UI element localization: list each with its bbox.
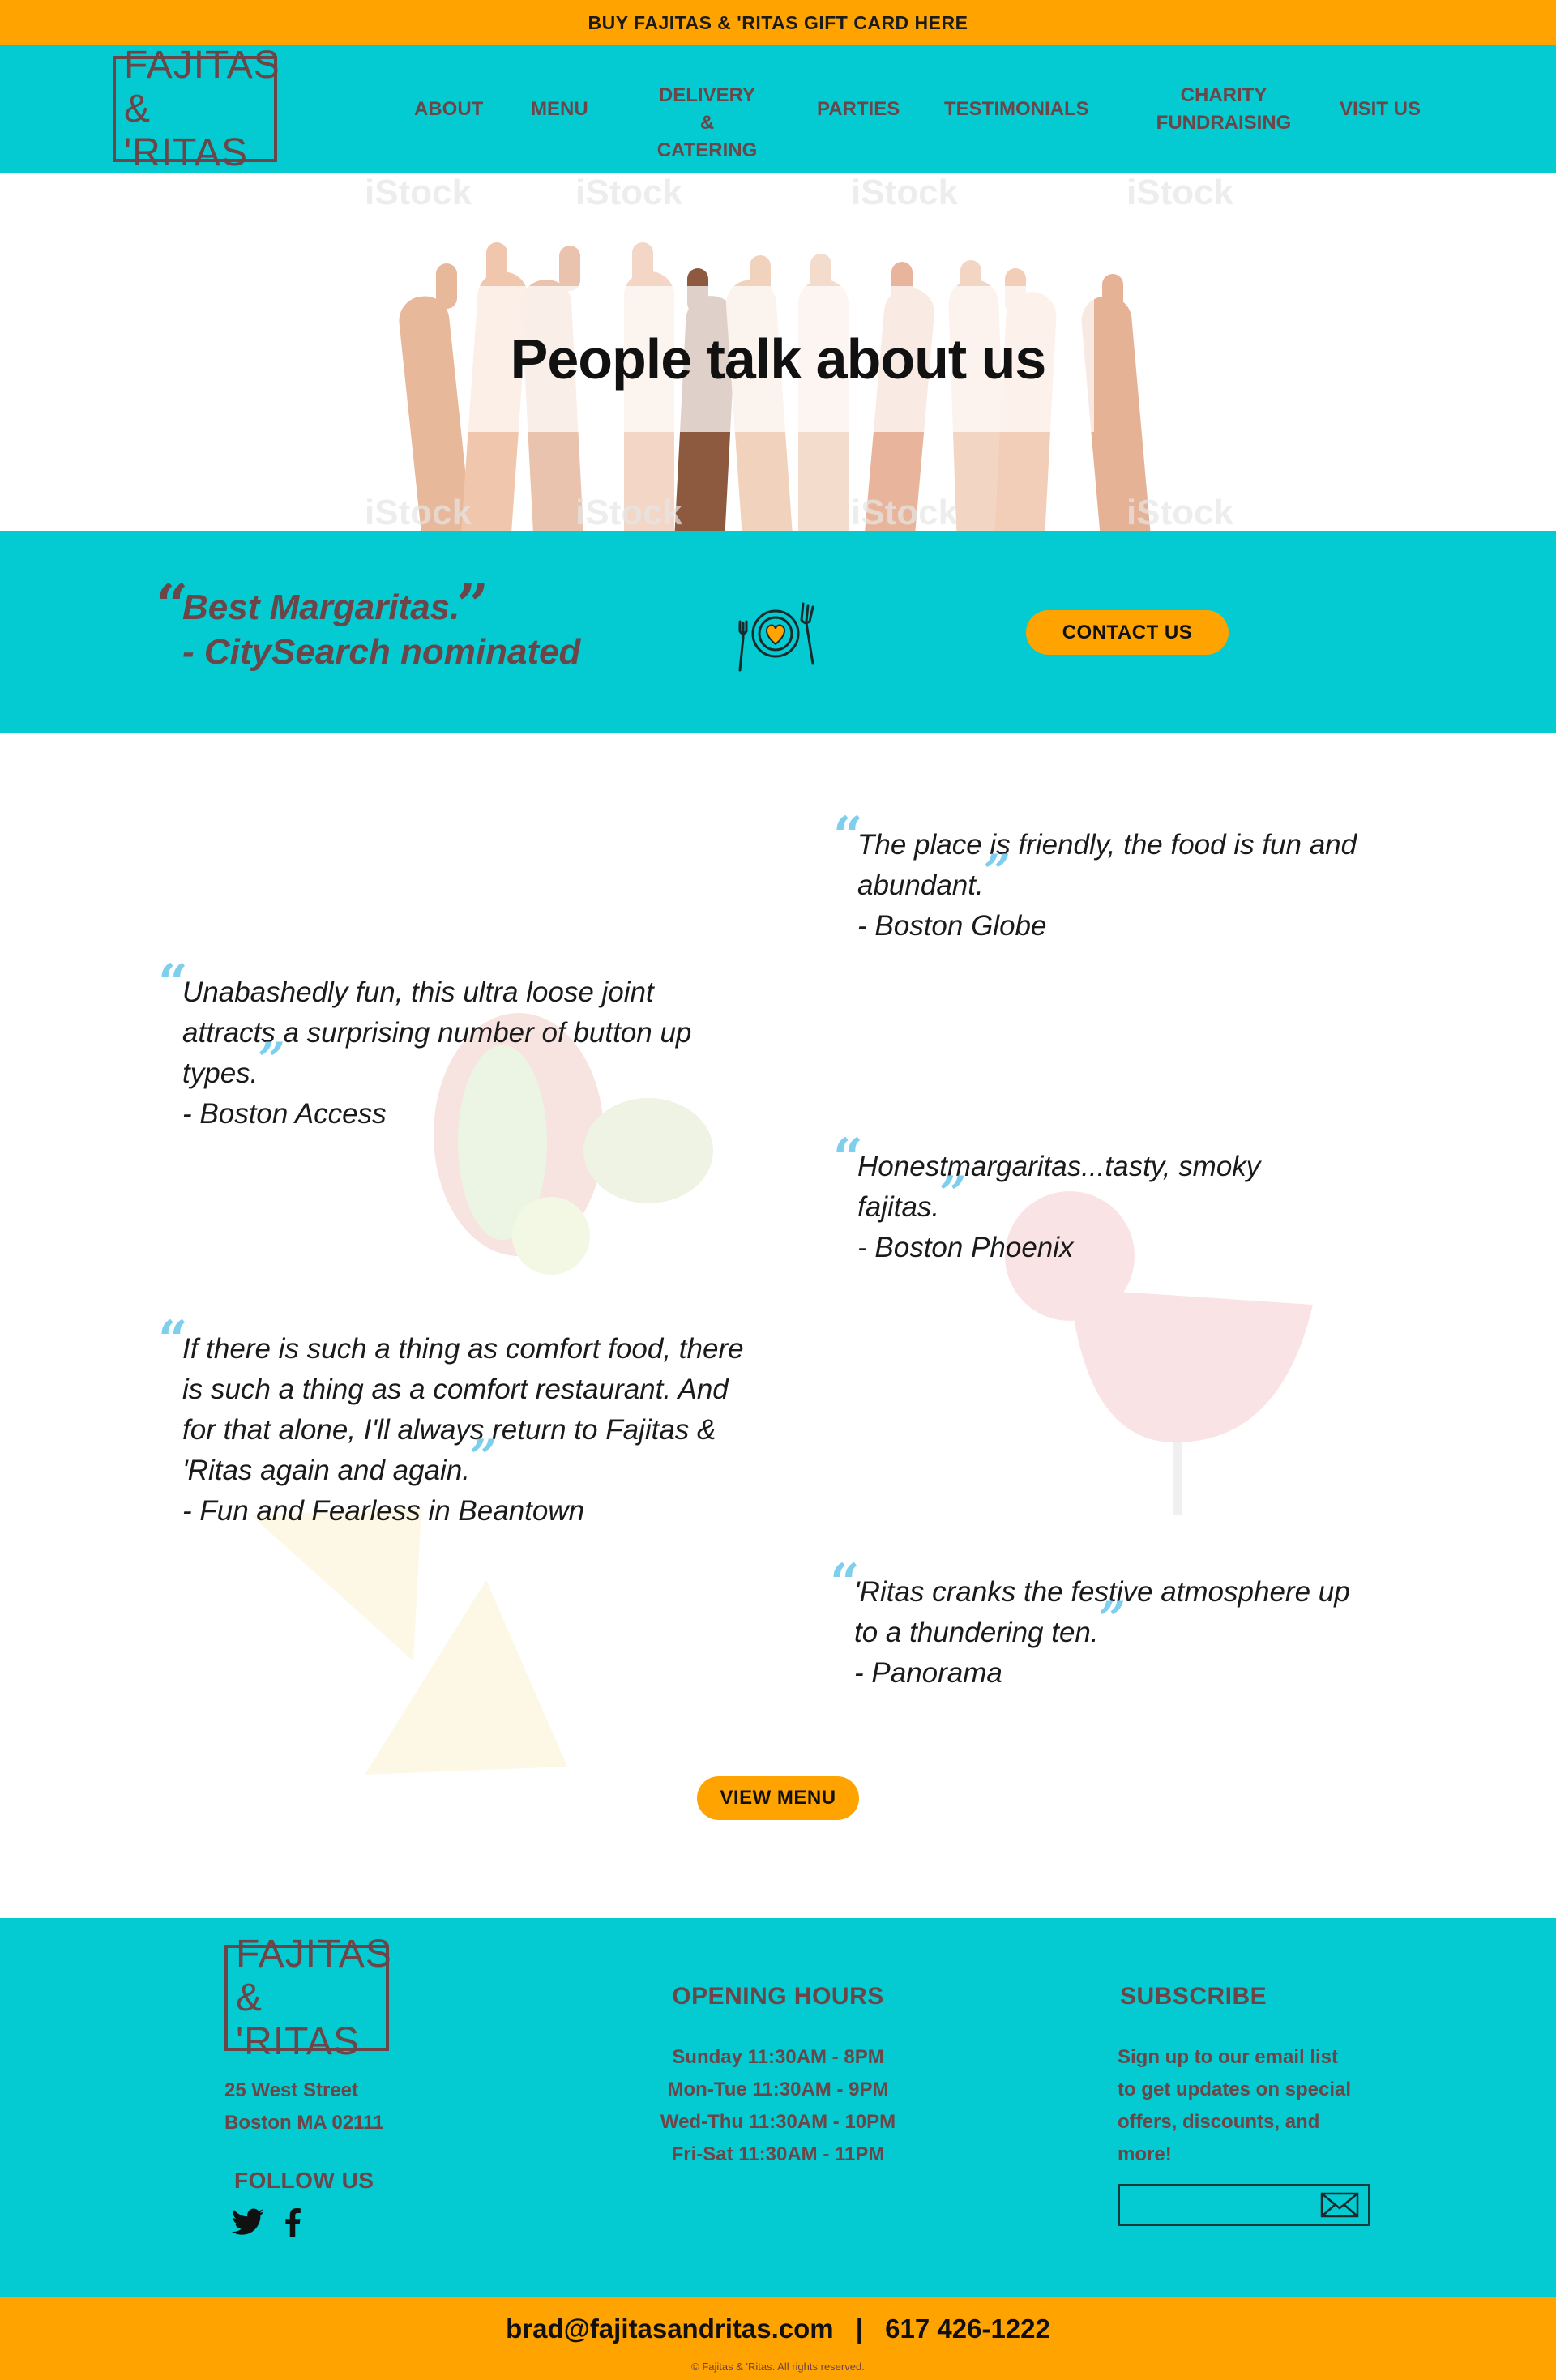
quote-close-icon: ” — [939, 1166, 967, 1221]
testimonial-boston-globe: “ The place is friendly, the food is fun… — [833, 810, 1425, 946]
gift-card-bar: BUY FAJITAS & 'RITAS GIFT CARD HERE — [0, 0, 1556, 45]
nav-delivery-line1: DELIVERY — [658, 84, 756, 106]
quote-open-icon: “ — [158, 953, 188, 1014]
quote-close-icon: ” — [983, 844, 1011, 899]
watermark-6: iStock — [575, 493, 683, 531]
nav-charity-line1: CHARITY — [1180, 84, 1267, 106]
nav-charity-fundraising[interactable]: CHARITY FUNDRAISING — [1155, 82, 1293, 137]
testimonial-text: The place is friendly, the food is fun a… — [857, 829, 1357, 901]
follow-us-title: FOLLOW US — [234, 2168, 374, 2193]
contact-info: brad@fajitasandritas.com | 617 426-1222 — [0, 2314, 1556, 2344]
quote-open-icon: “ — [833, 1127, 863, 1188]
watermark-1: iStock — [365, 173, 472, 212]
nav-testimonials[interactable]: TESTIMONIALS — [944, 96, 1089, 123]
twitter-icon[interactable] — [231, 2208, 265, 2237]
testimonial-text: If there is such a thing as comfort food… — [182, 1333, 744, 1486]
testimonial-source: - Panorama — [854, 1657, 1002, 1689]
contact-phone-link[interactable]: 617 426-1222 — [885, 2314, 1050, 2344]
quote-close-icon: ” — [258, 1032, 285, 1087]
testimonial-text: 'Ritas cranks the festive atmosphere up … — [854, 1576, 1350, 1648]
testimonial-fun-and-fearless: “ If there is such a thing as comfort fo… — [158, 1314, 750, 1532]
quote-open-icon: “ — [830, 1553, 860, 1613]
testimonial-source: - Fun and Fearless in Beantown — [182, 1495, 585, 1527]
watermark-5: iStock — [365, 493, 472, 531]
watermark-8: iStock — [1126, 493, 1234, 531]
contact-separator: | — [855, 2314, 863, 2344]
gift-card-link[interactable]: BUY FAJITAS & 'RITAS GIFT CARD HERE — [588, 12, 968, 34]
testimonial-source: - Boston Phoenix — [857, 1232, 1074, 1263]
header: FAJITAS & 'RITAS ABOUT MENU DELIVERY & C… — [0, 44, 1556, 174]
close-quote-icon: ” — [456, 571, 489, 639]
hero-title-box: People talk about us — [462, 286, 1094, 432]
email-input[interactable] — [1120, 2186, 1314, 2224]
logo[interactable]: FAJITAS & 'RITAS — [113, 44, 280, 174]
footer-logo-line1: FAJITAS — [236, 1932, 392, 1976]
footer: FAJITAS & 'RITAS 25 West Street Boston M… — [0, 1918, 1556, 2297]
subscribe-text: Sign up to our email list to get updates… — [1118, 2041, 1351, 2171]
subscribe-text-line: more! — [1118, 2143, 1172, 2165]
subscribe-title: SUBSCRIBE — [1120, 1983, 1267, 2010]
facebook-icon[interactable] — [284, 2208, 301, 2237]
watermark-4: iStock — [1126, 173, 1234, 212]
quote-open-icon: “ — [833, 805, 863, 866]
subscribe-text-line: offers, discounts, and — [1118, 2111, 1320, 2133]
nav-menu[interactable]: MENU — [531, 96, 588, 123]
watermark-7: iStock — [851, 493, 959, 531]
opening-hours-title: OPENING HOURS — [672, 1983, 884, 2010]
nav-about[interactable]: ABOUT — [414, 96, 483, 123]
featured-quote-source: - CitySearch nominated — [182, 632, 581, 672]
nav-parties[interactable]: PARTIES — [817, 96, 900, 123]
chips-decoration — [243, 1499, 584, 1791]
quote-close-icon: ” — [1098, 1592, 1126, 1647]
contact-us-button[interactable]: CONTACT US — [1026, 610, 1229, 655]
envelope-icon[interactable] — [1319, 2190, 1360, 2220]
contact-email-link[interactable]: brad@fajitasandritas.com — [506, 2314, 833, 2344]
nav-delivery-line2: & CATERING — [656, 112, 758, 161]
copyright: © Fajitas & 'Ritas. All rights reserved. — [691, 2361, 865, 2373]
testimonial-source: - Boston Access — [182, 1098, 387, 1130]
watermark-2: iStock — [575, 173, 683, 212]
subscribe-text-line: to get updates on special — [1118, 2079, 1352, 2100]
subscribe-text-line: Sign up to our email list — [1118, 2046, 1339, 2068]
logo-line2: & 'RITAS — [124, 87, 248, 174]
nav-charity-line2: FUNDRAISING — [1156, 112, 1292, 134]
featured-quote-line1: Best Margaritas. — [182, 588, 460, 627]
subscribe-form — [1118, 2184, 1370, 2226]
page-title: People talk about us — [510, 327, 1047, 391]
quote-close-icon: ” — [470, 1429, 498, 1485]
quote-open-icon: “ — [158, 1310, 188, 1370]
hero-section: iStock iStock iStock iStock iStock iStoc… — [0, 173, 1556, 531]
testimonial-text: Unabashedly fun, this ultra loose joint … — [182, 976, 692, 1089]
testimonial-text: Honestmargaritas...tasty, smoky fajitas.… — [857, 1151, 1261, 1223]
plate-heart-icon — [738, 602, 814, 672]
logo-line1: FAJITAS — [124, 43, 280, 87]
nav-visit-us[interactable]: VISIT US — [1340, 96, 1421, 123]
nav-delivery-catering[interactable]: DELIVERY & CATERING — [648, 82, 766, 165]
testimonial-boston-access: “ Unabashedly fun, this ultra loose join… — [158, 958, 733, 1134]
testimonial-panorama: “ 'Ritas cranks the festive atmosphere u… — [830, 1557, 1373, 1694]
watermark-3: iStock — [851, 173, 959, 212]
view-menu-button[interactable]: VIEW MENU — [697, 1776, 859, 1820]
testimonial-boston-phoenix: “ Honestmargaritas...tasty, smoky fajita… — [833, 1132, 1360, 1268]
featured-quote-banner: “ Best Margaritas. ” - CitySearch nomina… — [0, 531, 1556, 733]
testimonial-source: - Boston Globe — [857, 910, 1047, 942]
contact-bar: brad@fajitasandritas.com | 617 426-1222 … — [0, 2297, 1556, 2380]
